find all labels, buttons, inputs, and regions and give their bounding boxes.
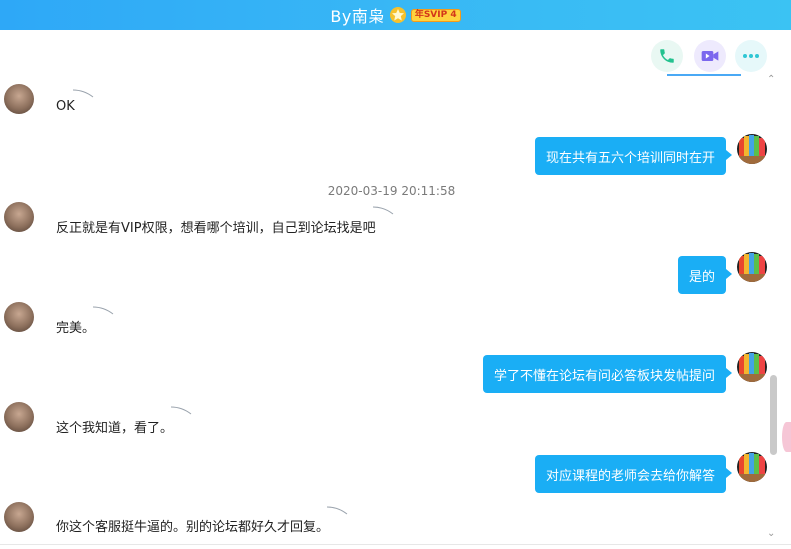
user-avatar[interactable]: [737, 452, 767, 482]
user-avatar[interactable]: [737, 352, 767, 382]
incoming-message: 这个我知道，看了。: [56, 421, 174, 436]
swoosh-decoration: [170, 406, 192, 415]
outgoing-message: 对应课程的老师会去给你解答: [534, 455, 733, 493]
pencils-avatar-icon: [737, 453, 767, 482]
vip-badge: 年SVIP 4: [410, 8, 461, 22]
contact-avatar[interactable]: [4, 402, 34, 432]
swoosh-decoration: [372, 206, 394, 215]
contact-avatar[interactable]: [4, 202, 34, 232]
outgoing-message: 是的: [677, 256, 733, 294]
action-indicator: [667, 74, 741, 76]
contact-avatar[interactable]: [4, 84, 34, 114]
chat-header: By南枭 年SVIP 4: [0, 0, 791, 30]
incoming-message: 完美。: [56, 321, 96, 336]
side-decoration: [782, 422, 791, 452]
contact-avatar[interactable]: [4, 502, 34, 532]
pencils-avatar-icon: [737, 353, 767, 382]
user-avatar[interactable]: [737, 252, 767, 282]
swoosh-decoration: [72, 89, 94, 98]
more-icon: [743, 54, 759, 58]
user-avatar[interactable]: [737, 134, 767, 164]
incoming-message: 你这个客服挺牛逼的。别的论坛都好久才回复。: [56, 520, 330, 535]
message-timestamp: 2020-03-19 20:11:58: [327, 184, 456, 198]
pencils-avatar-icon: [737, 253, 767, 282]
outgoing-message: 学了不懂在论坛有问必答板块发帖提问: [482, 355, 733, 393]
swoosh-decoration: [92, 306, 114, 315]
incoming-message: 反正就是有VIP权限，想看哪个培训，自己到论坛找是吧: [56, 221, 376, 236]
outgoing-message-text: 现在共有五六个培训同时在开: [545, 150, 715, 166]
star-level-icon: [389, 7, 406, 23]
divider: [0, 544, 791, 545]
swoosh-decoration: [326, 506, 348, 515]
contact-name: By南枭: [330, 7, 385, 26]
scroll-up-arrow[interactable]: ⌃: [767, 74, 775, 85]
pencils-avatar-icon: [737, 135, 767, 164]
video-icon: [701, 51, 719, 61]
scroll-down-arrow[interactable]: ⌄: [767, 528, 775, 539]
scrollbar-thumb[interactable]: [770, 375, 777, 455]
chat-area: OK 现在共有五六个培训同时在开 2020-03-19 20:11:58 反正就…: [0, 30, 791, 549]
outgoing-message-text: 学了不懂在论坛有问必答板块发帖提问: [493, 368, 715, 384]
outgoing-message-text: 是的: [688, 269, 715, 285]
incoming-message: OK: [56, 99, 75, 114]
phone-icon: [660, 49, 674, 63]
more-options-button[interactable]: [735, 40, 767, 72]
outgoing-message: 现在共有五六个培训同时在开: [534, 137, 733, 175]
contact-avatar[interactable]: [4, 302, 34, 332]
video-call-button[interactable]: [694, 40, 726, 72]
phone-call-button[interactable]: [651, 40, 683, 72]
outgoing-message-text: 对应课程的老师会去给你解答: [545, 468, 715, 484]
